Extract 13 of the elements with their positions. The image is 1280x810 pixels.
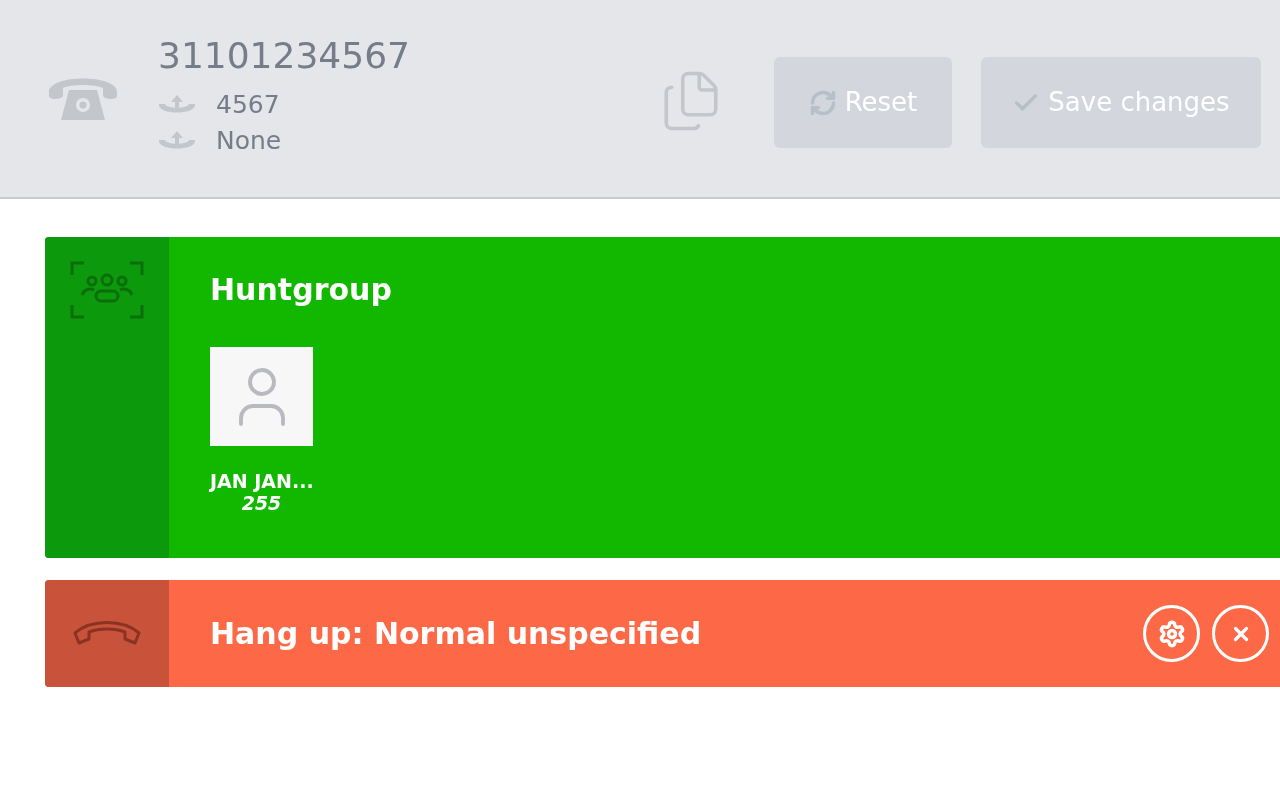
member-name: JAN JAN...: [210, 470, 314, 492]
member-extension: 255: [241, 492, 282, 514]
settings-icon: [1157, 619, 1186, 648]
refresh-icon: [808, 88, 837, 117]
phone-number: 31101234567: [158, 34, 411, 78]
settings-button[interactable]: [1143, 605, 1200, 662]
group-scan-icon: [70, 261, 144, 319]
avatar[interactable]: [210, 347, 313, 446]
forward-number: None: [216, 126, 282, 156]
close-button[interactable]: [1212, 605, 1269, 662]
card-title: Huntgroup: [210, 271, 392, 309]
forward-number: 4567: [216, 90, 280, 120]
card-title: Hang up: Normal unspecified: [209, 615, 703, 653]
